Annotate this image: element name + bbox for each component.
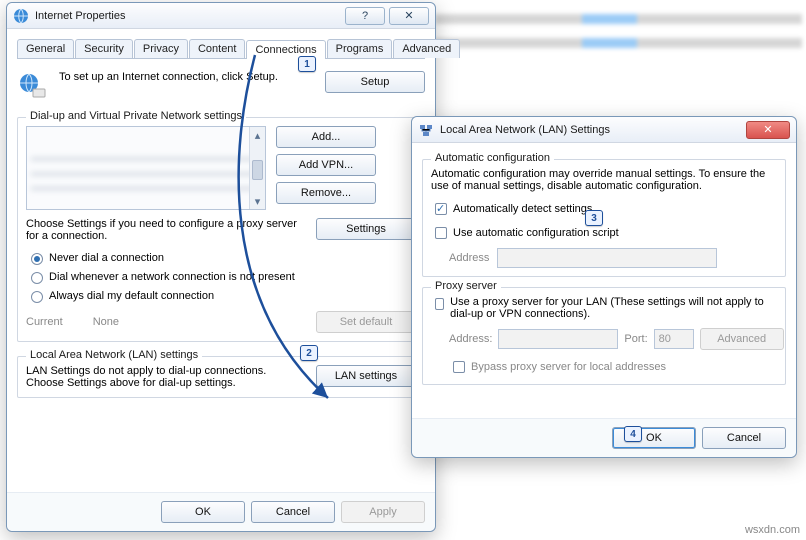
network-icon bbox=[418, 122, 434, 138]
proxy-address-input bbox=[498, 329, 618, 349]
setup-text: To set up an Internet connection, click … bbox=[59, 71, 315, 83]
tab-security[interactable]: Security bbox=[75, 39, 133, 58]
radio-whenever-input[interactable] bbox=[31, 272, 43, 284]
chk-label: Bypass proxy server for local addresses bbox=[471, 361, 666, 373]
lan-settings-window: Local Area Network (LAN) Settings ✕ Auto… bbox=[411, 116, 797, 458]
tab-programs[interactable]: Programs bbox=[327, 39, 393, 58]
connection-wizard-icon bbox=[17, 71, 49, 103]
radio-label: Always dial my default connection bbox=[49, 290, 214, 302]
radio-label: Never dial a connection bbox=[49, 252, 164, 264]
watermark: wsxdn.com bbox=[745, 524, 800, 536]
close-button[interactable]: ✕ bbox=[389, 7, 429, 25]
radio-dial-whenever[interactable]: Dial whenever a network connection is no… bbox=[26, 269, 416, 284]
cancel-button[interactable]: Cancel bbox=[251, 501, 335, 523]
tab-general[interactable]: General bbox=[17, 39, 74, 58]
tab-privacy[interactable]: Privacy bbox=[134, 39, 188, 58]
scroll-down-icon[interactable]: ▾ bbox=[250, 193, 265, 209]
apply-button[interactable]: Apply bbox=[341, 501, 425, 523]
scroll-up-icon[interactable]: ▴ bbox=[250, 127, 265, 143]
chk-use-proxy-input[interactable] bbox=[435, 298, 444, 310]
close-button[interactable]: ✕ bbox=[746, 121, 790, 139]
settings-button[interactable]: Settings bbox=[316, 218, 416, 240]
callout-3: 3 bbox=[585, 210, 603, 226]
scroll-thumb[interactable] bbox=[252, 160, 263, 180]
tab-advanced[interactable]: Advanced bbox=[393, 39, 460, 58]
current-value: None bbox=[93, 316, 119, 328]
remove-button[interactable]: Remove... bbox=[276, 182, 376, 204]
script-address-input bbox=[497, 248, 717, 268]
chk-use-proxy[interactable]: Use a proxy server for your LAN (These s… bbox=[431, 296, 777, 320]
radio-never-input[interactable] bbox=[31, 253, 43, 265]
chk-label: Use a proxy server for your LAN (These s… bbox=[450, 296, 777, 320]
tab-content[interactable]: Content bbox=[189, 39, 246, 58]
internet-properties-window: Internet Properties ? ✕ General Security… bbox=[6, 2, 436, 532]
window-title: Internet Properties bbox=[35, 10, 341, 22]
help-button[interactable]: ? bbox=[345, 7, 385, 25]
setup-button[interactable]: Setup bbox=[325, 71, 425, 93]
window-title: Local Area Network (LAN) Settings bbox=[440, 124, 742, 136]
ok-button[interactable]: OK bbox=[161, 501, 245, 523]
callout-1: 1 bbox=[298, 56, 316, 72]
chk-bypass[interactable]: Bypass proxy server for local addresses bbox=[431, 358, 777, 376]
tabs: General Security Privacy Content Connect… bbox=[17, 39, 425, 59]
auto-config-note: Automatic configuration may override man… bbox=[431, 168, 777, 192]
titlebar: Internet Properties ? ✕ bbox=[7, 3, 435, 29]
proxy-legend: Proxy server bbox=[431, 280, 501, 292]
lan-legend: Local Area Network (LAN) settings bbox=[26, 349, 202, 361]
proxy-address-label: Address: bbox=[449, 333, 492, 345]
current-label: Current bbox=[26, 316, 63, 328]
chk-label: Automatically detect settings bbox=[453, 203, 592, 215]
proxy-port-input bbox=[654, 329, 694, 349]
titlebar: Local Area Network (LAN) Settings ✕ bbox=[412, 117, 796, 143]
script-address-label: Address bbox=[449, 252, 489, 264]
internet-icon bbox=[13, 8, 29, 24]
radio-never-dial[interactable]: Never dial a connection bbox=[26, 250, 416, 265]
radio-label: Dial whenever a network connection is no… bbox=[49, 271, 295, 283]
dialup-legend: Dial-up and Virtual Private Network sett… bbox=[26, 110, 246, 122]
proxy-port-label: Port: bbox=[624, 333, 647, 345]
radio-always-dial[interactable]: Always dial my default connection bbox=[26, 288, 416, 303]
add-button[interactable]: Add... bbox=[276, 126, 376, 148]
chk-bypass-input bbox=[453, 361, 465, 373]
connections-listbox[interactable]: ▴ ▾ bbox=[26, 126, 266, 210]
cancel-button[interactable]: Cancel bbox=[702, 427, 786, 449]
auto-config-legend: Automatic configuration bbox=[431, 152, 554, 164]
set-default-button[interactable]: Set default bbox=[316, 311, 416, 333]
advanced-button[interactable]: Advanced bbox=[700, 328, 784, 350]
lan-note: LAN Settings do not apply to dial-up con… bbox=[26, 365, 306, 389]
radio-always-input[interactable] bbox=[31, 291, 43, 303]
chk-use-script[interactable]: Use automatic configuration script bbox=[431, 224, 777, 242]
lan-settings-button[interactable]: LAN settings bbox=[316, 365, 416, 387]
callout-4: 4 bbox=[624, 426, 642, 442]
chk-auto-detect[interactable]: Automatically detect settings bbox=[431, 200, 777, 218]
chk-label: Use automatic configuration script bbox=[453, 227, 619, 239]
listbox-scrollbar[interactable]: ▴ ▾ bbox=[249, 127, 265, 209]
chk-auto-detect-input[interactable] bbox=[435, 203, 447, 215]
add-vpn-button[interactable]: Add VPN... bbox=[276, 154, 376, 176]
chk-use-script-input[interactable] bbox=[435, 227, 447, 239]
settings-hint: Choose Settings if you need to configure… bbox=[26, 218, 306, 242]
callout-2: 2 bbox=[300, 345, 318, 361]
